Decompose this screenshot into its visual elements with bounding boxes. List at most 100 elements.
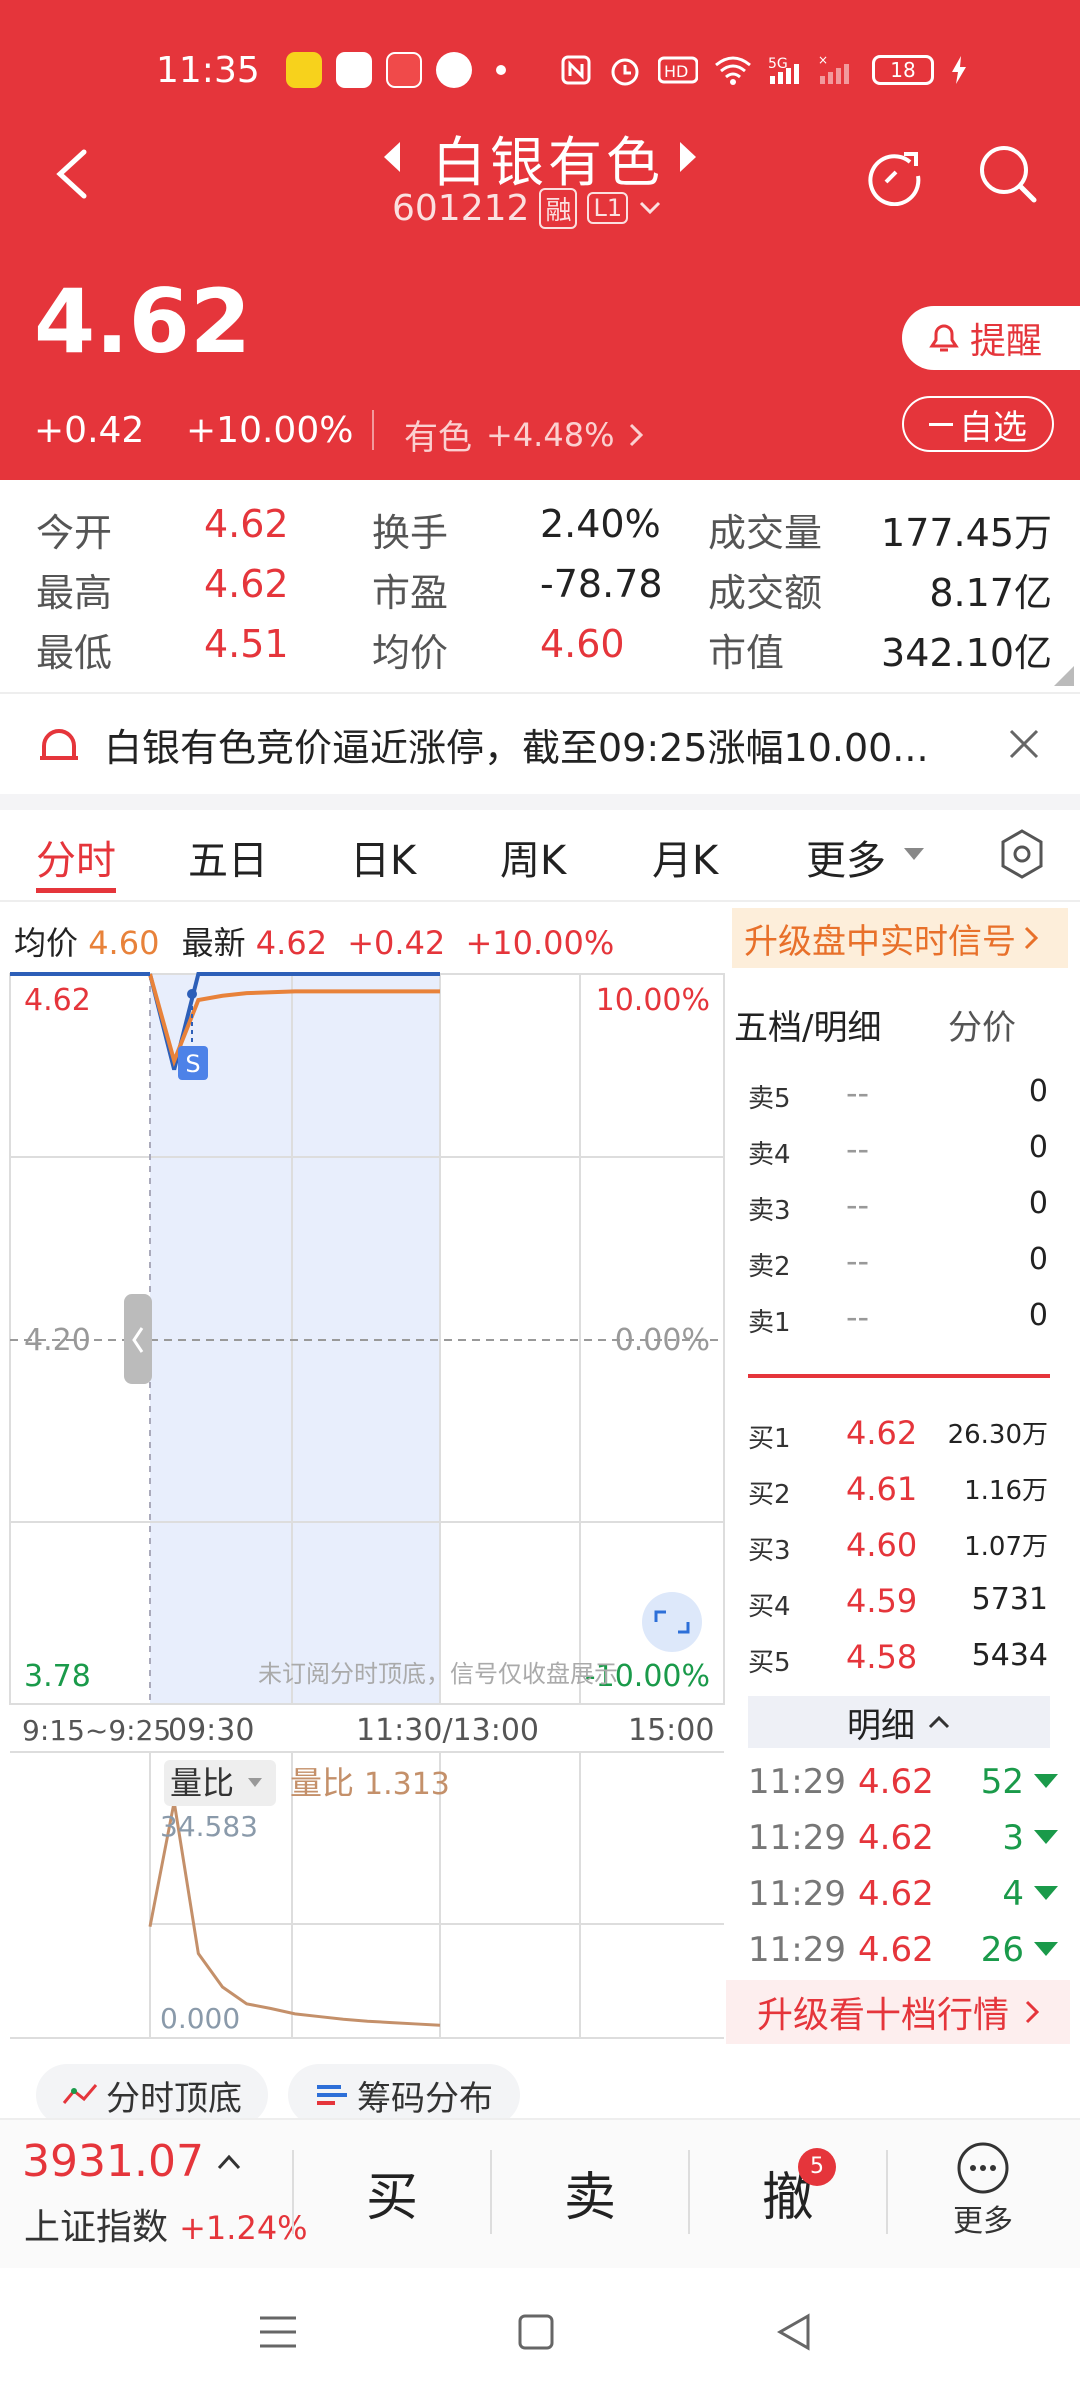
alert-label: 提醒 [970,321,1043,362]
bid-row[interactable]: 买5 4.58 5434 [748,1630,1048,1686]
menu-icon[interactable] [258,2312,298,2352]
ask-row[interactable]: 卖3 -- 0 [748,1178,1048,1234]
trade-row: 11:29 4.62 3 [748,1812,1058,1868]
details-title: 明细 [847,1705,915,1746]
sell-button[interactable]: 卖 [492,2150,688,2234]
notice-text: 白银有色竞价逼近涨停，截至09:25涨幅10.00... [104,725,929,770]
chip-distribution-chip[interactable]: 筹码分布 [288,2064,520,2126]
upgrade-level-label: 升级看十档行情 [756,1995,1009,2036]
intraday-chart[interactable]: S 4.62 4.20 3.78 10.00% 0.00% -10.00% 未订… [0,970,730,2050]
trade-volume: 4 [1002,1874,1024,1914]
ask-price: -- [846,1130,870,1168]
alert-button[interactable]: 提醒 [902,306,1080,370]
cancel-order-button[interactable]: 撤 [690,2150,886,2234]
trade-price: 4.62 [858,1762,934,1802]
chip-label: 分时顶底 [106,2078,242,2119]
svg-text:HD: HD [664,62,688,81]
avg-value: 4.60 [88,924,160,962]
pct-axis-top: 10.00% [596,983,710,1018]
stock-code-row[interactable]: 601212 融 L1 [392,186,662,230]
volume-ratio-value: 1.313 [364,1767,450,1802]
stat-value: 8.17亿 [929,571,1052,615]
bid-row[interactable]: 买2 4.61 1.16万 [748,1462,1048,1518]
ask-price: -- [846,1074,870,1112]
tab-weekly-k[interactable]: 周K [500,828,566,886]
clock: 11:35 [156,49,260,91]
alarm-icon [611,58,639,86]
settings-icon[interactable] [998,828,1046,880]
divider [372,410,374,450]
watchlist-label: 自选 [959,407,1027,448]
down-arrow-icon [1034,1774,1058,1788]
wifi-icon [715,56,751,85]
ask-volume: 0 [1028,1298,1048,1333]
intraday-topbottom-chip[interactable]: 分时顶底 [36,2064,268,2126]
upgrade-level-button[interactable]: 升级看十档行情 [726,1980,1070,2044]
battery-icon: 18 [872,55,934,85]
watchlist-button[interactable]: 自选 [902,396,1054,452]
trade-time: 11:29 [748,1930,846,1970]
current-price: 4.62 [34,270,252,373]
refresh-icon[interactable] [862,142,926,206]
ask-price: -- [846,1242,870,1280]
bid-row[interactable]: 买1 4.62 26.30万 [748,1406,1048,1462]
price-distribution-tab[interactable]: 分价 [948,1000,1016,1049]
stat-value: 342.10亿 [881,631,1052,675]
tab-monthly-k[interactable]: 月K [652,828,718,886]
notice-bar[interactable]: 白银有色竞价逼近涨停，截至09:25涨幅10.00... [0,694,1080,794]
back-icon[interactable] [52,146,92,202]
ask-level: 卖3 [748,1196,791,1226]
stat-value: 177.45万 [881,511,1052,555]
stat-label: 市值 [708,631,785,675]
trade-price: 4.62 [858,1818,934,1858]
bid-row[interactable]: 买4 4.59 5731 [748,1574,1048,1630]
order-book-tab[interactable]: 五档/明细 [734,1000,881,1049]
bell-icon [929,324,959,352]
stats-panel[interactable]: 今开 4.62 换手 2.40% 成交量 177.45万 最高 4.62 市盈 -78.78 成交额… [0,480,1080,692]
bid-level: 买5 [748,1648,791,1678]
next-stock-icon[interactable] [676,140,698,174]
buy-button[interactable]: 买 [294,2150,490,2234]
tab-daily-k[interactable]: 日K [350,828,416,886]
stat-label: 最低 [36,631,113,675]
home-icon[interactable] [516,2312,556,2352]
more-label: 更多 [953,2204,1013,2239]
bid-row[interactable]: 买3 4.60 1.07万 [748,1518,1048,1574]
details-toggle[interactable]: 明细 [748,1696,1050,1748]
search-icon[interactable] [976,142,1040,206]
ask-row[interactable]: 卖1 -- 0 [748,1290,1048,1346]
status-icons: HD 5G × 18 [560,48,968,92]
more-button[interactable]: 更多 [900,2140,1066,2260]
bid-price: 4.60 [846,1526,918,1564]
close-icon[interactable] [1008,728,1040,760]
index-quote[interactable]: 3931.07 [22,2136,242,2187]
tab-intraday[interactable]: 分时 [36,828,116,886]
latest-value: 4.62 [255,924,328,962]
fullscreen-button[interactable] [642,1592,702,1652]
bid-volume: 5434 [971,1638,1048,1673]
chevron-up-icon [217,2154,241,2169]
ask-row[interactable]: 卖2 -- 0 [748,1234,1048,1290]
ask-row[interactable]: 卖4 -- 0 [748,1122,1048,1178]
ask-volume: 0 [1028,1074,1048,1109]
app-notification-icon [385,52,422,88]
stat-label: 换手 [372,511,449,555]
back-nav-icon[interactable] [774,2312,814,2352]
collapse-handle[interactable] [124,1294,152,1384]
ask-row[interactable]: 卖5 -- 0 [748,1066,1048,1122]
stat-label: 最高 [36,571,113,615]
signal-5g-icon: 5G [768,56,799,84]
indicator-selector-label: 量比 [170,1764,234,1802]
sector-link[interactable]: 有色 +4.48% [404,410,644,459]
stat-label: 今开 [36,511,113,555]
x-tick: 11:30/13:00 [356,1713,539,1748]
upgrade-signal-button[interactable]: 升级盘中实时信号 [732,908,1068,968]
tab-five-day[interactable]: 五日 [188,828,268,886]
stat-label: 成交额 [708,571,823,615]
tab-more[interactable]: 更多 [806,828,886,886]
latest-label: 最新 [181,924,246,962]
prev-stock-icon[interactable] [382,140,404,174]
stat-value: -78.78 [540,562,663,606]
stat-value: 4.60 [540,622,625,666]
bid-price: 4.61 [846,1470,918,1508]
